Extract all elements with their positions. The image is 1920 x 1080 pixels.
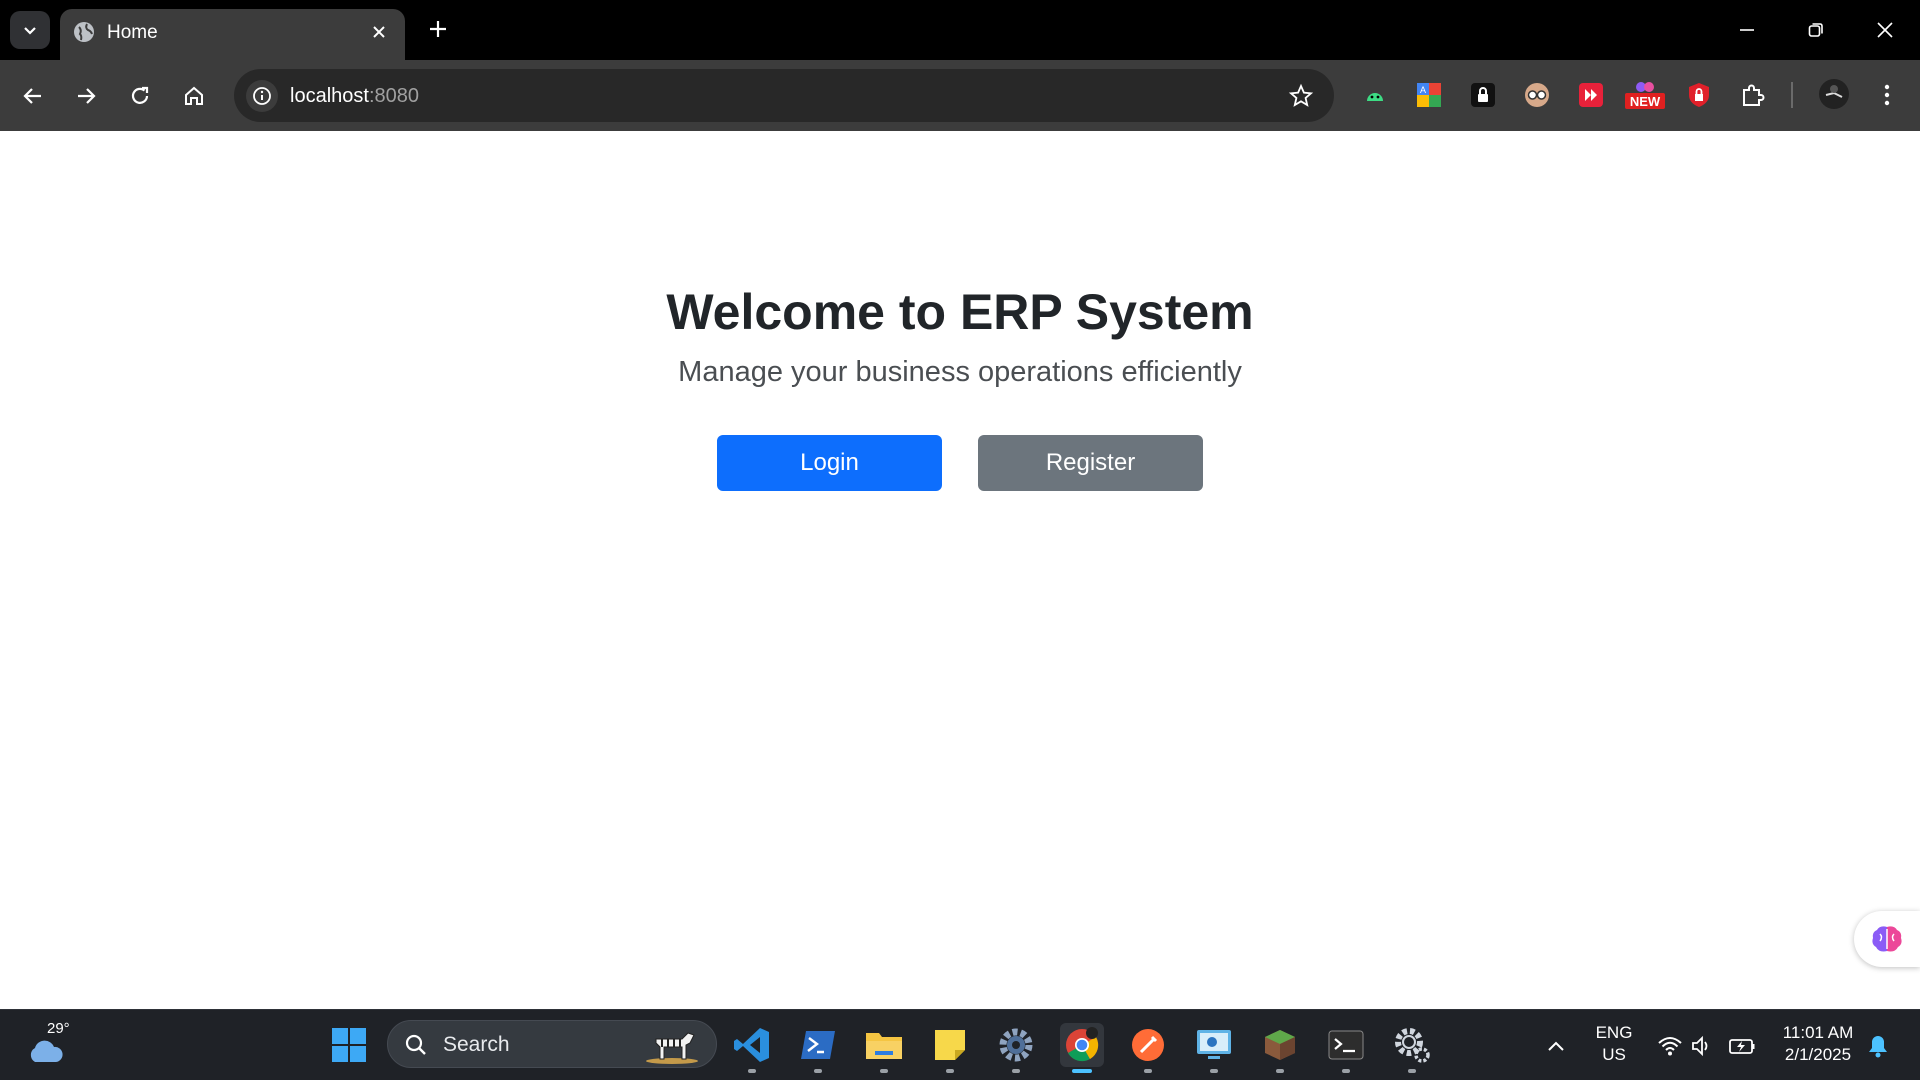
login-button[interactable]: Login	[717, 435, 942, 491]
close-icon	[1877, 22, 1893, 38]
bookmark-star-icon[interactable]	[1288, 83, 1314, 109]
battery-icon[interactable]	[1728, 1032, 1756, 1060]
reload-icon	[131, 86, 149, 104]
arrow-right-icon	[78, 88, 96, 104]
url-port: :8080	[368, 85, 419, 107]
weather-temperature: 29°	[47, 1020, 70, 1037]
clock-date: 2/1/2025	[1784, 1045, 1852, 1064]
register-button[interactable]: Register	[978, 435, 1203, 491]
tab-close-button[interactable]	[367, 20, 391, 44]
svg-text:A: A	[1420, 85, 1426, 95]
browser-toolbar: localhost:8080 A NEW	[0, 60, 1920, 131]
chrome-icon[interactable]	[1060, 1023, 1104, 1073]
chevron-up-icon	[1548, 1041, 1564, 1051]
clock[interactable]: 11:01 AM 2/1/2025	[1770, 1022, 1866, 1066]
sticky-notes-icon[interactable]	[928, 1023, 972, 1073]
profile-avatar[interactable]	[1818, 78, 1850, 110]
postman-icon[interactable]	[1126, 1023, 1170, 1073]
minecraft-icon[interactable]	[1258, 1023, 1302, 1073]
toolbar-divider	[1791, 82, 1793, 108]
url-host: localhost	[290, 85, 369, 107]
globe-icon	[74, 22, 94, 42]
translate-ext-icon[interactable]: A	[1414, 80, 1444, 110]
site-info-button[interactable]	[246, 80, 278, 112]
remote-desktop-icon[interactable]	[1192, 1023, 1236, 1073]
home-icon	[185, 86, 203, 105]
arrow-left-icon	[23, 88, 41, 104]
minimize-icon	[1740, 29, 1754, 31]
clock-time: 11:01 AM	[1782, 1023, 1854, 1042]
info-icon	[253, 87, 271, 105]
language-indicator[interactable]: ENG US	[1588, 1022, 1640, 1066]
region-code: US	[1602, 1045, 1626, 1064]
tab-search-button[interactable]	[10, 11, 50, 49]
new-tab-button[interactable]	[423, 14, 453, 44]
restore-button[interactable]	[1796, 10, 1836, 50]
close-icon	[373, 26, 385, 38]
browser-tab-strip: Home	[0, 0, 1920, 60]
page-title: Welcome to ERP System	[666, 284, 1254, 340]
zebra-search-highlight-icon	[646, 1032, 698, 1064]
address-bar[interactable]: localhost:8080	[234, 69, 1334, 122]
taskbar-search[interactable]: Search	[387, 1020, 717, 1068]
forward-button[interactable]	[68, 78, 104, 114]
windows-start-icon[interactable]	[327, 1023, 371, 1067]
new-badge-ext-icon[interactable]: NEW	[1625, 80, 1665, 110]
windows-taskbar: 29° Search ENG US 11:01 AM 2/1/2025	[0, 1009, 1920, 1080]
puzzle-icon[interactable]	[1738, 80, 1768, 110]
lock-ext-icon[interactable]	[1468, 80, 1498, 110]
search-label: Search	[443, 1033, 510, 1056]
android-ext-icon[interactable]	[1360, 80, 1390, 110]
file-explorer-icon[interactable]	[862, 1023, 906, 1073]
cloud-icon	[30, 1040, 63, 1062]
weather-widget[interactable]: 29°	[24, 1020, 84, 1070]
vscode-icon[interactable]	[730, 1023, 774, 1073]
powershell-icon[interactable]	[796, 1023, 840, 1073]
browser-menu-button[interactable]	[1872, 80, 1902, 110]
svg-text:NEW: NEW	[1630, 94, 1661, 109]
wifi-icon[interactable]	[1656, 1032, 1684, 1060]
terminal-icon[interactable]	[1324, 1023, 1368, 1073]
tab-title: Home	[107, 22, 158, 43]
shield-ext-icon[interactable]	[1684, 80, 1714, 110]
glasses-ext-icon[interactable]	[1522, 80, 1552, 110]
search-icon	[405, 1034, 426, 1055]
settings-gear-icon[interactable]	[994, 1023, 1038, 1073]
back-button[interactable]	[15, 78, 51, 114]
minimize-button[interactable]	[1727, 10, 1767, 50]
tab-home[interactable]: Home	[60, 9, 405, 60]
show-hidden-icons-button[interactable]	[1542, 1032, 1570, 1060]
language-code: ENG	[1595, 1023, 1633, 1042]
reload-button[interactable]	[122, 78, 158, 114]
page-subtitle: Manage your business operations efficien…	[678, 356, 1242, 388]
more-vert-icon	[1884, 84, 1890, 106]
chevron-down-icon	[24, 27, 36, 35]
settings-icon[interactable]	[1390, 1023, 1434, 1073]
restore-icon	[1808, 23, 1823, 37]
brain-icon	[1872, 926, 1902, 952]
notifications-bell-icon[interactable]	[1864, 1032, 1892, 1060]
volume-icon[interactable]	[1688, 1032, 1716, 1060]
page-content: Welcome to ERP System Manage your busine…	[0, 131, 1920, 1009]
media-ext-icon[interactable]	[1576, 80, 1606, 110]
url-text[interactable]: localhost:8080	[290, 83, 419, 109]
ai-assistant-widget[interactable]	[1854, 911, 1920, 967]
plus-icon	[430, 21, 446, 37]
home-button[interactable]	[176, 78, 212, 114]
close-window-button[interactable]	[1865, 10, 1905, 50]
